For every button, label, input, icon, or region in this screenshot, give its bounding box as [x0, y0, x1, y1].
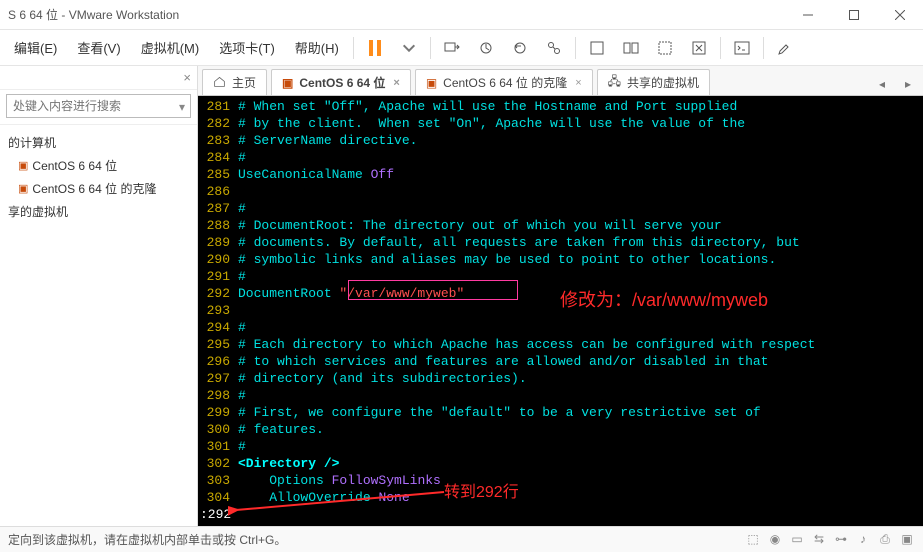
tree-vm1[interactable]: ▣CentOS 6 64 位	[4, 154, 197, 177]
menu-view[interactable]: 查看(V)	[69, 32, 128, 63]
menu-edit[interactable]: 编辑(E)	[6, 32, 65, 63]
thumbnail-icon[interactable]	[650, 33, 680, 63]
vm-icon: ▣	[282, 76, 293, 90]
send-button-icon[interactable]	[437, 33, 467, 63]
minimize-button[interactable]	[785, 0, 831, 30]
vim-command-line[interactable]: :292	[198, 506, 231, 523]
status-bar: 定向到该虚拟机，请在虚拟机内部单击或按 Ctrl+G。 ⬚ ◉ ▭ ⇆ ⊶ ♪ …	[0, 526, 923, 552]
shared-icon: 🖧	[608, 72, 621, 93]
tab-strip: 主页 ▣ CentOS 6 64 位 × ▣ CentOS 6 64 位 的克隆…	[198, 66, 923, 96]
vm-icon: ▣	[18, 159, 28, 172]
vm-icon: ▣	[426, 76, 437, 90]
stretch-icon[interactable]	[684, 33, 714, 63]
menu-bar: 编辑(E) 查看(V) 虚拟机(M) 选项卡(T) 帮助(H)	[0, 30, 923, 66]
sound-icon[interactable]: ♪	[855, 532, 871, 547]
window-title: S 6 64 位 - VMware Workstation	[8, 6, 179, 23]
settings-icon[interactable]	[770, 33, 800, 63]
menu-tabs[interactable]: 选项卡(T)	[211, 32, 283, 63]
vm-icon: ▣	[18, 182, 28, 195]
library-tree: 的计算机 ▣CentOS 6 64 位 ▣CentOS 6 64 位 的克隆 享…	[0, 125, 197, 223]
console-icon[interactable]	[727, 33, 757, 63]
cd-icon[interactable]: ◉	[767, 532, 783, 547]
tab-centos[interactable]: ▣ CentOS 6 64 位 ×	[271, 69, 411, 95]
snapshot-manager-icon[interactable]	[539, 33, 569, 63]
search-input[interactable]	[6, 94, 191, 118]
floppy-icon[interactable]: ▭	[789, 532, 805, 547]
maximize-button[interactable]	[831, 0, 877, 30]
separator	[763, 37, 764, 59]
sidebar: × ▾ 的计算机 ▣CentOS 6 64 位 ▣CentOS 6 64 位 的…	[0, 66, 198, 526]
printer-icon[interactable]: ⎙	[877, 532, 893, 547]
separator	[353, 37, 354, 59]
dropdown-icon[interactable]	[394, 33, 424, 63]
usb-icon[interactable]: ⊶	[833, 532, 849, 547]
tree-root[interactable]: 的计算机	[4, 131, 197, 154]
tab-prev-icon[interactable]: ◂	[871, 73, 893, 95]
display-icon[interactable]: ▣	[899, 532, 915, 547]
terminal[interactable]: 281# When set "Off", Apache will use the…	[198, 96, 923, 526]
unity-icon[interactable]	[616, 33, 646, 63]
sidebar-close-icon[interactable]: ×	[183, 70, 191, 85]
home-icon	[213, 75, 226, 91]
snapshot-revert-icon[interactable]	[505, 33, 535, 63]
tab-home[interactable]: 主页	[202, 69, 267, 95]
snapshot-icon[interactable]	[471, 33, 501, 63]
pause-icon[interactable]	[360, 33, 390, 63]
fullscreen-icon[interactable]	[582, 33, 612, 63]
network-icon[interactable]: ⇆	[811, 532, 827, 547]
disk-icon[interactable]: ⬚	[745, 532, 761, 547]
title-bar: S 6 64 位 - VMware Workstation	[0, 0, 923, 30]
tab-next-icon[interactable]: ▸	[897, 73, 919, 95]
tree-shared[interactable]: 享的虚拟机	[4, 200, 197, 223]
separator	[430, 37, 431, 59]
tab-close-icon[interactable]: ×	[393, 77, 399, 89]
search-dropdown-icon[interactable]: ▾	[179, 100, 185, 114]
status-device-icons: ⬚ ◉ ▭ ⇆ ⊶ ♪ ⎙ ▣	[745, 532, 915, 547]
separator	[720, 37, 721, 59]
tab-shared[interactable]: 🖧 共享的虚拟机	[597, 69, 710, 95]
tab-centos-clone[interactable]: ▣ CentOS 6 64 位 的克隆 ×	[415, 69, 593, 95]
menu-vm[interactable]: 虚拟机(M)	[133, 32, 208, 63]
menu-help[interactable]: 帮助(H)	[287, 32, 347, 63]
close-button[interactable]	[877, 0, 923, 30]
tab-close-icon[interactable]: ×	[575, 77, 581, 89]
separator	[575, 37, 576, 59]
status-text: 定向到该虚拟机，请在虚拟机内部单击或按 Ctrl+G。	[8, 531, 286, 548]
tree-vm2[interactable]: ▣CentOS 6 64 位 的克隆	[4, 177, 197, 200]
